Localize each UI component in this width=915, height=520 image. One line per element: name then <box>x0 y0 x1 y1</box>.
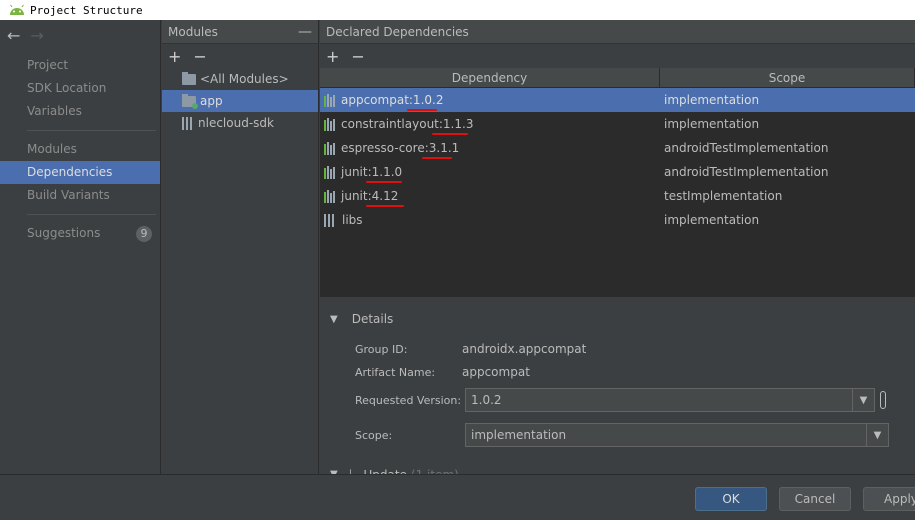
dependencies-table: appcompat:1.0.2 implementation constrain… <box>320 88 915 296</box>
folder-icon <box>182 71 196 85</box>
red-annotation-underline <box>422 157 452 159</box>
divider <box>27 130 156 131</box>
requested-version-combobox[interactable]: 1.0.2 ▼ <box>465 388 875 412</box>
divider <box>27 214 156 215</box>
details-toggle[interactable]: ▼ Details <box>330 312 393 326</box>
dependency-scope: implementation <box>664 117 760 131</box>
module-item-app[interactable]: app <box>162 90 318 112</box>
chevron-down-icon[interactable]: ▼ <box>852 389 874 411</box>
cancel-button[interactable]: Cancel <box>779 487 851 511</box>
dependency-scope: testImplementation <box>664 189 783 203</box>
window-title: Project Structure <box>30 3 143 17</box>
nav-item-modules[interactable]: Modules <box>0 138 160 161</box>
table-header: Dependency Scope <box>320 68 915 88</box>
dependency-name: constraintlayout:1.1.3 <box>341 117 474 131</box>
suggestions-count-badge: 9 <box>136 226 152 242</box>
ok-button[interactable]: OK <box>695 487 767 511</box>
details-section: ▼ Details Group ID: androidx.appcompat A… <box>320 296 915 482</box>
group-id-value: androidx.appcompat <box>462 342 587 356</box>
scope-label: Scope: <box>355 429 393 442</box>
dependency-name: espresso-core:3.1.1 <box>341 141 460 155</box>
artifact-name-value: appcompat <box>462 365 530 379</box>
red-annotation-underline <box>407 109 437 111</box>
nav-item-project[interactable]: Project <box>0 54 160 77</box>
library-icon <box>324 165 335 179</box>
scope-combobox[interactable]: implementation ▼ <box>465 423 889 447</box>
remove-dependency-button[interactable]: − <box>351 47 364 66</box>
table-row[interactable]: constraintlayout:1.1.3 implementation <box>320 112 915 136</box>
modules-header: Modules <box>168 24 218 39</box>
library-module-icon <box>182 116 194 130</box>
nav-item-sdk-location[interactable]: SDK Location <box>0 77 160 100</box>
chevron-down-icon[interactable]: ▼ <box>866 424 888 446</box>
table-row[interactable]: appcompat:1.0.2 implementation <box>320 88 915 112</box>
table-row[interactable]: junit:1.1.0 androidTestImplementation <box>320 160 915 184</box>
artifact-name-label: Artifact Name: <box>355 366 436 379</box>
minimize-icon[interactable]: — <box>298 24 312 40</box>
table-row[interactable]: espresso-core:3.1.1 androidTestImplement… <box>320 136 915 160</box>
group-id-label: Group ID: <box>355 343 408 356</box>
column-header-dependency[interactable]: Dependency <box>320 68 660 88</box>
dependency-scope: androidTestImplementation <box>664 141 829 155</box>
nav-item-label: Suggestions <box>27 226 101 240</box>
scope-value: implementation <box>471 428 567 442</box>
apply-button[interactable]: Apply <box>863 487 915 511</box>
details-title: Details <box>351 312 394 326</box>
column-header-scope[interactable]: Scope <box>660 68 915 88</box>
module-label: app <box>200 94 223 108</box>
dependency-name: junit:4.12 <box>341 189 399 203</box>
dependency-name: libs <box>342 213 363 227</box>
nav-item-build-variants[interactable]: Build Variants <box>0 184 160 207</box>
modules-panel: Modules — + − <All Modules> app nlecloud… <box>162 20 319 474</box>
dialog-buttons-bar: OK Cancel Apply <box>0 474 915 520</box>
jar-library-icon <box>324 213 336 227</box>
table-row[interactable]: libs implementation <box>320 208 915 232</box>
dependencies-panel: Declared Dependencies + − Dependency Sco… <box>320 20 915 482</box>
module-item-all[interactable]: <All Modules> <box>162 68 318 90</box>
red-annotation-underline <box>432 133 468 135</box>
library-icon <box>324 117 335 131</box>
red-annotation-underline <box>366 205 404 207</box>
android-icon <box>10 4 24 15</box>
declared-dependencies-header: Declared Dependencies <box>326 24 469 39</box>
left-navigation: ← → Project SDK Location Variables Modul… <box>0 20 161 474</box>
dependency-name: appcompat:1.0.2 <box>341 93 444 107</box>
library-icon <box>324 189 335 203</box>
requested-version-label: Requested Version: <box>355 394 462 407</box>
module-label: nlecloud-sdk <box>198 116 274 130</box>
add-module-button[interactable]: + <box>168 47 181 66</box>
library-icon <box>324 93 335 107</box>
loading-indicator-icon <box>880 391 886 409</box>
title-bar: Project Structure <box>0 0 915 20</box>
module-folder-icon <box>182 93 198 109</box>
remove-module-button[interactable]: − <box>193 47 206 66</box>
table-row[interactable]: junit:4.12 testImplementation <box>320 184 915 208</box>
arrow-left-icon[interactable]: ← <box>7 26 20 45</box>
add-dependency-button[interactable]: + <box>326 47 339 66</box>
nav-item-suggestions[interactable]: Suggestions 9 <box>0 222 160 245</box>
red-annotation-underline <box>366 181 402 183</box>
dependency-name: junit:1.1.0 <box>341 165 403 179</box>
library-icon <box>324 141 335 155</box>
arrow-right-icon[interactable]: → <box>30 26 43 45</box>
requested-version-value: 1.0.2 <box>471 393 502 407</box>
nav-item-variables[interactable]: Variables <box>0 100 160 123</box>
module-label: <All Modules> <box>200 72 289 86</box>
dependency-scope: implementation <box>664 93 760 107</box>
dependency-scope: implementation <box>664 213 760 227</box>
nav-item-dependencies[interactable]: Dependencies <box>0 161 160 184</box>
module-item-nlecloud-sdk[interactable]: nlecloud-sdk <box>162 112 318 134</box>
collapse-triangle-icon: ▼ <box>330 313 338 325</box>
dependency-scope: androidTestImplementation <box>664 165 829 179</box>
